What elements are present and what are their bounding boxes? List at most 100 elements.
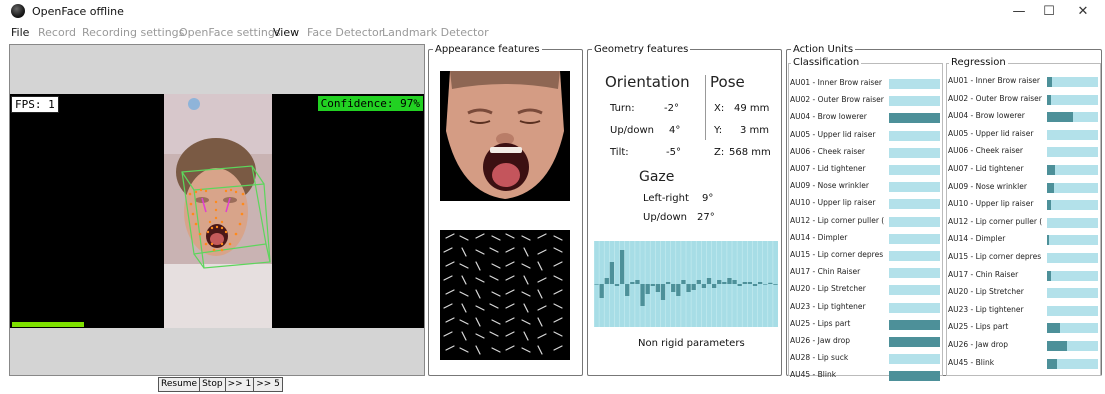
openface-logo-icon [11, 4, 25, 18]
gaze-up-down-label: Up/down [643, 212, 688, 223]
au-regression-row: AU23 - Lip tightener [948, 305, 1100, 319]
menu-recording-settings[interactable]: Recording settings [82, 26, 184, 39]
au-regression-label: AU04 - Brow lowerer [948, 111, 1025, 121]
turn-label: Turn: [610, 103, 635, 114]
au-classification-row: AU20 - Lip Stretcher [790, 284, 942, 298]
au-regression-label: AU20 - Lip Stretcher [948, 287, 1024, 297]
au-regression-row: AU14 - Dimpler [948, 234, 1100, 248]
close-button[interactable]: ✕ [1068, 3, 1098, 21]
au-regression-bar-fill [1047, 235, 1049, 246]
menu-face-detector[interactable]: Face Detector [307, 26, 383, 39]
au-regression-bar [1047, 217, 1098, 228]
gaze-left-right-label: Left-right [643, 193, 689, 204]
non-rigid-parameter-bar [665, 282, 671, 284]
aligned-face-image [440, 71, 570, 201]
au-classification-bar [889, 302, 940, 313]
au-classification-bar [889, 165, 940, 175]
menu-record[interactable]: Record [38, 26, 76, 39]
non-rigid-parameter-bar [614, 284, 620, 286]
au-classification-bar [889, 96, 940, 107]
menu-view[interactable]: View [273, 26, 299, 39]
non-rigid-parameter-bar [747, 282, 753, 284]
au-regression-bar [1047, 358, 1098, 369]
menu-openface-settings[interactable]: OpenFace settings [179, 26, 281, 39]
au-classification-label: AU01 - Inner Brow raiser [790, 78, 882, 87]
au-classification-row: AU14 - Dimpler [790, 233, 942, 247]
minimize-button[interactable]: — [1004, 3, 1034, 21]
au-regression-label: AU26 - Jaw drop [948, 340, 1008, 349]
au-classification-label: AU45 - Blink [790, 370, 837, 380]
au-classification-label: AU15 - Lip corner depres [790, 250, 884, 259]
au-regression-label: AU45 - Blink [948, 357, 995, 367]
appearance-features-title: Appearance features [435, 44, 540, 55]
au-classification-label: AU17 - Chin Raiser [790, 267, 861, 277]
orientation-pose-divider [705, 75, 706, 140]
menu-file[interactable]: File [11, 26, 29, 39]
au-classification-bar [889, 371, 940, 382]
au-classification-bar [889, 79, 940, 89]
au-regression-bar-fill [1047, 182, 1054, 193]
classification-group: Classification AU01 - Inner Brow raiser A… [788, 57, 943, 382]
au-classification-bar [889, 285, 940, 296]
au-classification-label: AU02 - Outer Brow raiser [790, 95, 884, 105]
au-regression-label: AU07 - Lid tightener [948, 164, 1024, 173]
x-value: 49 mm [734, 103, 770, 114]
confidence-label: Confidence: 97% [317, 96, 423, 111]
au-classification-label: AU26 - Jaw drop [790, 336, 850, 345]
au-classification-row: AU45 - Blink [790, 370, 942, 384]
maximize-button[interactable]: ☐ [1034, 3, 1064, 21]
hog-features-image [440, 230, 570, 360]
z-label: Z: [714, 147, 725, 158]
non-rigid-parameters-label: Non rigid parameters [638, 338, 745, 349]
au-regression-label: AU02 - Outer Brow raiser [948, 93, 1042, 103]
skip-1-button[interactable]: >> 1 [224, 377, 255, 392]
au-regression-bar [1047, 323, 1098, 334]
z-value: 568 mm [729, 147, 771, 158]
non-rigid-parameter-bar [757, 282, 763, 284]
au-classification-bar [889, 216, 940, 227]
non-rigid-parameter-bar [701, 284, 707, 288]
au-regression-label: AU05 - Upper lid raiser [948, 128, 1034, 138]
au-regression-row: AU17 - Chin Raiser [948, 270, 1100, 284]
au-classification-row: AU02 - Outer Brow raiser [790, 95, 942, 109]
au-regression-row: AU12 - Lip corner puller ( [948, 217, 1100, 231]
non-rigid-parameter-bar [691, 284, 696, 290]
resume-button[interactable]: Resume [158, 377, 201, 392]
au-classification-label: AU10 - Upper lip raiser [790, 198, 876, 208]
non-rigid-parameter-bar [676, 284, 681, 296]
menu-landmark-detector[interactable]: Landmark Detector [382, 26, 489, 39]
au-classification-label: AU09 - Nose wrinkler [790, 181, 869, 191]
gaze-up-down-value: 27° [697, 212, 715, 223]
au-classification-bar-fill [889, 319, 940, 330]
au-classification-label: AU25 - Lips part [790, 318, 851, 328]
y-value: 3 mm [740, 125, 770, 136]
action-units-title: Action Units [793, 44, 854, 55]
regression-group: Regression AU01 - Inner Brow raiser AU02 … [946, 57, 1101, 376]
au-classification-label: AU23 - Lip tightener [790, 301, 866, 311]
au-regression-row: AU06 - Cheek raiser [948, 146, 1100, 160]
au-regression-label: AU09 - Nose wrinkler [948, 181, 1027, 191]
au-classification-label: AU06 - Cheek raiser [790, 146, 865, 156]
updown-value: 4° [669, 125, 681, 136]
non-rigid-parameter-bar [594, 284, 599, 285]
au-regression-label: AU25 - Lips part [948, 322, 1009, 332]
au-classification-bar [889, 113, 940, 124]
turn-value: -2° [664, 103, 679, 114]
au-classification-row: AU06 - Cheek raiser [790, 147, 942, 161]
au-classification-bar-fill [889, 113, 940, 124]
non-rigid-parameter-bar [609, 262, 615, 284]
au-classification-bar [889, 147, 940, 158]
non-rigid-parameter-bar [681, 280, 686, 284]
skip-5-button[interactable]: >> 5 [253, 377, 283, 392]
au-classification-bar [889, 319, 940, 330]
y-label: Y: [714, 125, 723, 136]
au-regression-bar [1047, 129, 1098, 140]
au-regression-bar [1047, 182, 1098, 193]
non-rigid-parameter-bar [599, 284, 604, 298]
au-classification-bar [889, 354, 940, 365]
stop-button[interactable]: Stop [199, 377, 226, 392]
non-rigid-parameter-bar [671, 284, 676, 292]
au-regression-row: AU09 - Nose wrinkler [948, 182, 1100, 196]
x-label: X: [714, 103, 725, 114]
au-classification-bar [889, 337, 940, 347]
